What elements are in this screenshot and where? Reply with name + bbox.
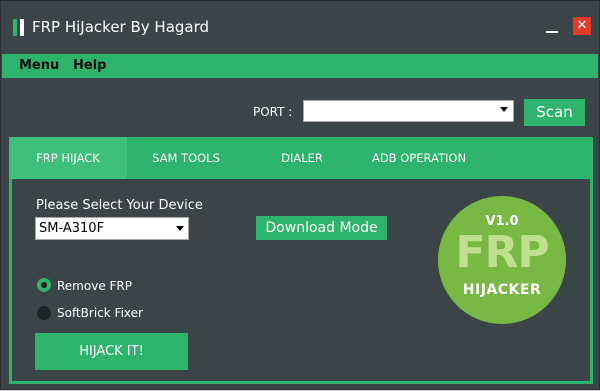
chevron-down-icon	[176, 226, 184, 231]
close-icon[interactable]: ✕	[573, 17, 591, 35]
remove-frp-radio[interactable]	[37, 278, 51, 292]
device-select-label: Please Select Your Device	[36, 198, 203, 213]
device-select-value: SM-A310F	[39, 221, 105, 236]
frp-hijacker-logo: V1.0 FRP HIJACKER	[438, 196, 566, 324]
scan-button[interactable]: Scan	[524, 99, 585, 126]
port-label: PORT :	[253, 105, 293, 119]
port-select[interactable]	[303, 100, 514, 122]
chevron-down-icon	[500, 107, 508, 112]
tab-bar: FRP HIJACK SAM TOOLS DIALER ADB OPERATIO…	[9, 137, 593, 179]
tab-dialer[interactable]: DIALER	[245, 137, 359, 179]
download-mode-button[interactable]: Download Mode	[256, 216, 387, 240]
logo-subname: HIJACKER	[462, 282, 542, 298]
remove-frp-label[interactable]: Remove FRP	[57, 279, 132, 293]
tab-sam-tools[interactable]: SAM TOOLS	[127, 137, 245, 179]
logo-name: FRP	[455, 227, 549, 278]
menu-item-menu[interactable]: Menu	[19, 58, 59, 73]
menu-item-help[interactable]: Help	[73, 58, 106, 73]
title-bar: FRP HiJacker By Hagard ✕	[1, 1, 599, 53]
softbrick-fixer-radio[interactable]	[37, 306, 51, 320]
hijack-it-button[interactable]: HIJACK IT!	[35, 333, 188, 370]
tab-adb-operation[interactable]: ADB OPERATION	[359, 137, 479, 179]
minimize-icon[interactable]	[546, 31, 558, 33]
device-select[interactable]: SM-A310F	[35, 217, 189, 240]
menu-bar: Menu Help	[2, 54, 598, 78]
window-title: FRP HiJacker By Hagard	[32, 18, 210, 36]
app-logo-icon	[13, 19, 25, 36]
tab-frp-hijack[interactable]: FRP HIJACK	[9, 137, 127, 179]
softbrick-fixer-label[interactable]: SoftBrick Fixer	[57, 306, 143, 320]
